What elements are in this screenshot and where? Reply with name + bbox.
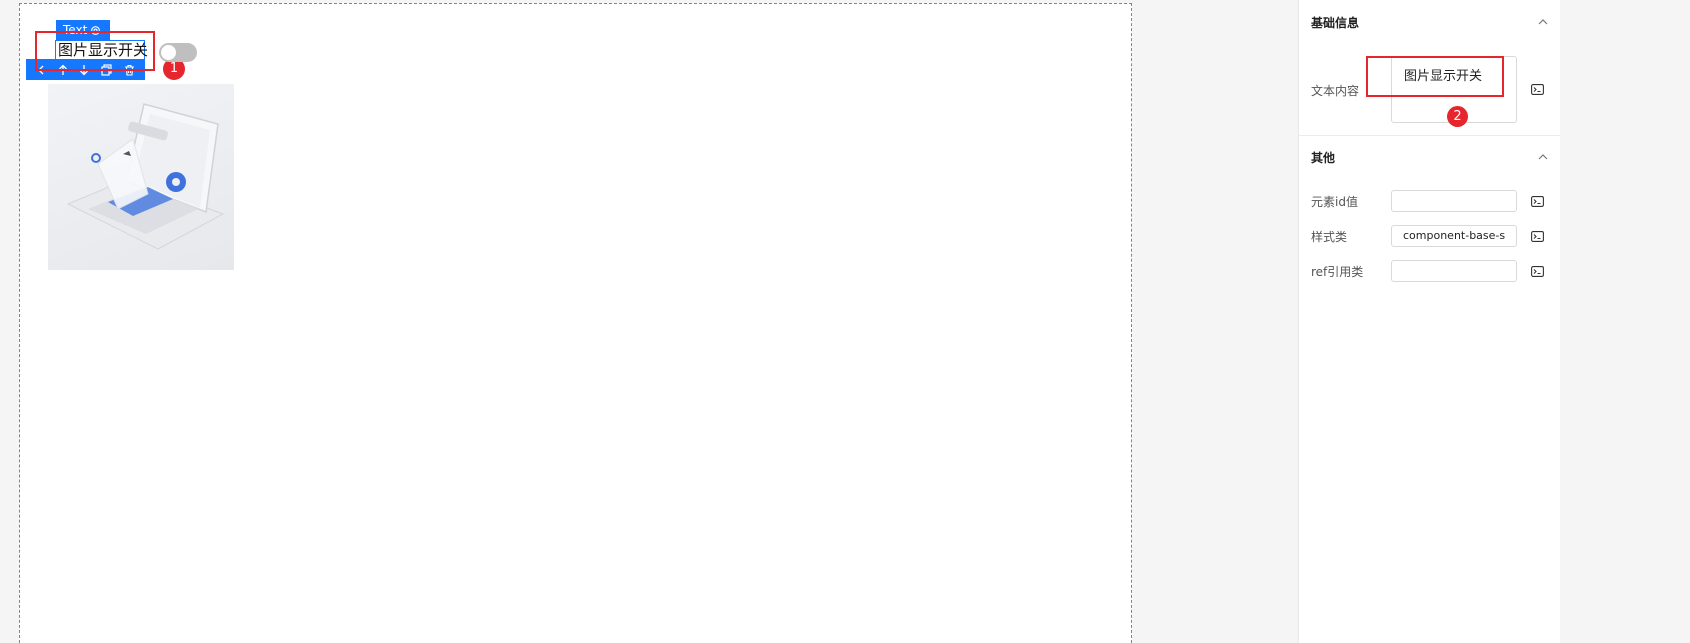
style-class-label: 样式类: [1311, 230, 1348, 244]
text-content-label: 文本内容: [1311, 84, 1360, 98]
ref-class-label: ref引用类: [1311, 265, 1364, 279]
other-title: 其他: [1311, 150, 1336, 165]
component-toolbar: [26, 59, 145, 80]
left-margin: [0, 0, 19, 643]
annotation-badge-2: 2: [1447, 106, 1468, 127]
basic-info-title: 基础信息: [1311, 15, 1360, 30]
basic-info-section-header[interactable]: 基础信息: [1299, 0, 1561, 44]
property-panel: 基础信息 文本内容 图片显示开关 2 其他 元素id值 样式类 componen…: [1298, 0, 1561, 643]
image-display-switch[interactable]: [159, 43, 197, 62]
switch-knob: [161, 45, 176, 60]
right-margin: [1560, 0, 1690, 643]
copy-icon[interactable]: [101, 63, 112, 76]
component-type-label: Text: [63, 23, 88, 37]
laptop-illustration-image: [48, 84, 234, 270]
chevron-up-icon[interactable]: [1537, 151, 1549, 163]
element-id-input[interactable]: [1391, 190, 1517, 212]
element-id-label: 元素id值: [1311, 195, 1358, 209]
terminal-icon[interactable]: [1531, 84, 1544, 95]
arrow-back-icon[interactable]: [36, 65, 46, 75]
terminal-icon[interactable]: [1531, 266, 1544, 277]
arrow-down-icon[interactable]: [79, 64, 89, 76]
settings-icon[interactable]: [90, 25, 101, 36]
chevron-up-icon[interactable]: [1537, 16, 1549, 28]
terminal-icon[interactable]: [1531, 196, 1544, 207]
other-section-header[interactable]: 其他: [1299, 135, 1561, 179]
component-type-tag[interactable]: Text: [56, 20, 110, 41]
ref-class-input[interactable]: [1391, 260, 1517, 282]
style-class-input[interactable]: component-base-s: [1391, 225, 1517, 247]
selected-text-component[interactable]: 图片显示开关: [55, 40, 148, 61]
canvas-gap: [1133, 0, 1298, 643]
terminal-icon[interactable]: [1531, 231, 1544, 242]
arrow-up-icon[interactable]: [58, 64, 68, 76]
delete-icon[interactable]: [124, 64, 135, 76]
